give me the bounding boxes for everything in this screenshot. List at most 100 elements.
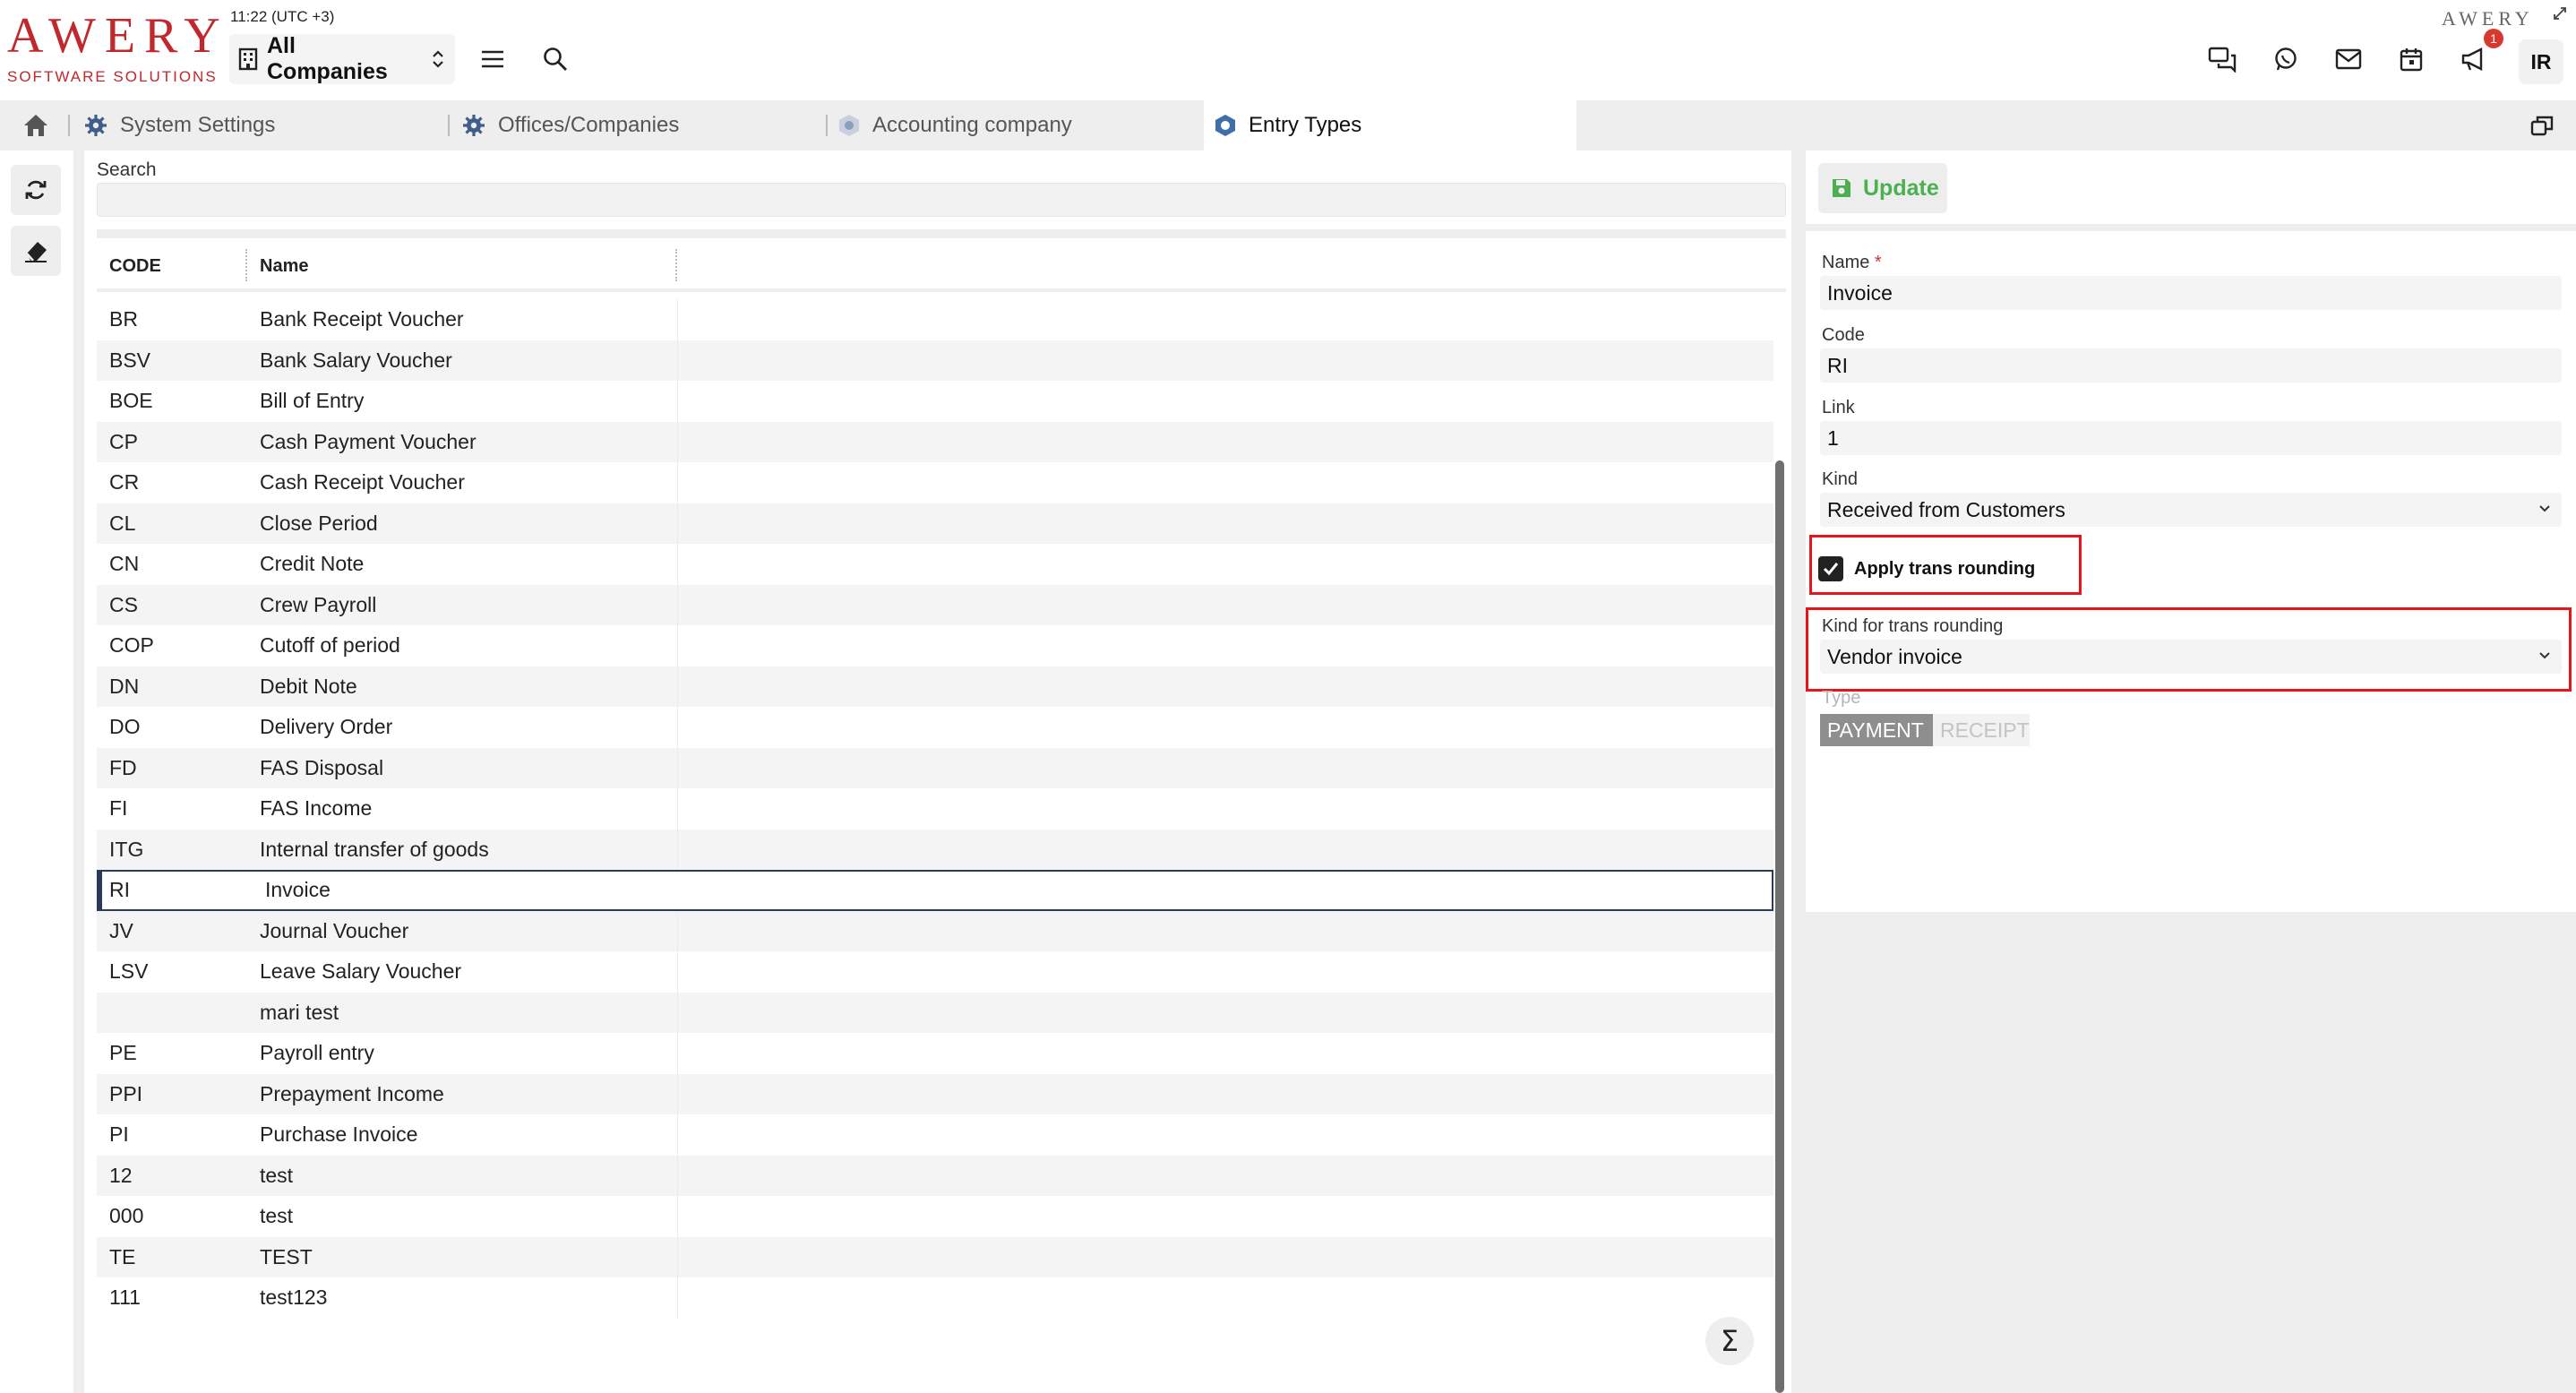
table-row[interactable]: ITG Internal transfer of goods xyxy=(97,829,1773,870)
tab-system-settings[interactable]: System Settings xyxy=(84,100,434,150)
table-row[interactable]: PE Payroll entry xyxy=(97,1033,1773,1074)
column-header-name[interactable]: Name xyxy=(260,256,308,277)
restore-windows-icon[interactable] xyxy=(2520,104,2563,147)
table-row[interactable]: CS Crew Payroll xyxy=(97,584,1773,625)
search-divider xyxy=(97,229,1786,238)
table-row[interactable]: BSV Bank Salary Voucher xyxy=(97,340,1773,381)
cell-name: FAS Disposal xyxy=(260,755,384,779)
tab-entry-types[interactable]: Entry Types xyxy=(1204,100,1576,150)
column-resizer[interactable] xyxy=(675,249,677,281)
cell-code: TE xyxy=(109,1244,136,1268)
search-icon[interactable] xyxy=(534,38,577,81)
update-button[interactable]: Update xyxy=(1818,163,1947,213)
cell-code: DO xyxy=(109,715,141,739)
cell-code: 12 xyxy=(109,1163,133,1187)
table-row[interactable]: BR Bank Receipt Voucher xyxy=(97,299,1773,340)
cell-name: test xyxy=(260,1204,294,1228)
cell-code: CL xyxy=(109,511,136,535)
gear-icon xyxy=(462,114,485,137)
table-row[interactable]: COP Cutoff of period xyxy=(97,625,1773,666)
cell-name: Payroll entry xyxy=(260,1041,374,1065)
name-field-label: Name * xyxy=(1822,253,1882,273)
cell-code: PPI xyxy=(109,1081,143,1105)
kind-label: Kind xyxy=(1822,469,1859,489)
table-row[interactable]: 12 test xyxy=(97,1155,1773,1196)
search-input[interactable] xyxy=(97,183,1786,217)
link-input[interactable]: 1 xyxy=(1820,421,2562,455)
table-row[interactable]: FI FAS Income xyxy=(97,788,1773,830)
table-row-selected[interactable]: RI Invoice xyxy=(97,870,1773,911)
kind-for-trans-rounding-select[interactable]: Vendor invoice xyxy=(1820,640,2562,674)
cell-code: COP xyxy=(109,633,154,658)
panel-gutter xyxy=(73,150,84,1393)
user-avatar[interactable]: IR xyxy=(2519,39,2563,84)
tab-accounting-company[interactable]: Accounting company xyxy=(838,100,1197,150)
clear-filters-button[interactable] xyxy=(11,226,61,276)
cell-name: Leave Salary Voucher xyxy=(260,959,462,984)
mail-icon[interactable] xyxy=(2327,38,2370,81)
column-resizer[interactable] xyxy=(245,249,247,281)
cell-code: FD xyxy=(109,755,137,779)
table-row[interactable]: mari test xyxy=(97,992,1773,1033)
table-row[interactable]: CL Close Period xyxy=(97,503,1773,544)
name-input[interactable]: Invoice xyxy=(1820,276,2562,310)
tab-strip: System Settings Offices/Companies Accoun… xyxy=(0,100,2576,150)
table-row[interactable]: PI Purchase Invoice xyxy=(97,1114,1773,1156)
cell-code: CS xyxy=(109,592,138,616)
table-row[interactable]: LSV Leave Salary Voucher xyxy=(97,951,1773,993)
expand-icon[interactable] xyxy=(2546,0,2573,27)
save-icon xyxy=(1831,177,1852,199)
table-row[interactable]: DO Delivery Order xyxy=(97,707,1773,748)
code-label: Code xyxy=(1822,325,1865,345)
required-marker: * xyxy=(1874,253,1882,272)
cell-name: Delivery Order xyxy=(260,715,393,739)
cell-name: Close Period xyxy=(260,511,378,535)
table-row[interactable]: CP Cash Payment Voucher xyxy=(97,421,1773,462)
top-bar: AWERY SOFTWARE SOLUTIONS 11:22 (UTC +3) … xyxy=(0,0,2576,100)
cell-code: PI xyxy=(109,1122,129,1147)
cell-name: Bank Receipt Voucher xyxy=(260,307,464,331)
cell-code: FI xyxy=(109,796,128,821)
tab-label: System Settings xyxy=(120,113,276,137)
table-row[interactable]: CN Credit Note xyxy=(97,544,1773,585)
hamburger-menu-icon[interactable] xyxy=(471,38,514,81)
cell-name: FAS Income xyxy=(260,796,373,821)
type-option-payment[interactable]: PAYMENT xyxy=(1820,714,1933,746)
table-row[interactable]: BOE Bill of Entry xyxy=(97,381,1773,422)
company-selector[interactable]: All Companies xyxy=(229,33,455,84)
totals-sigma-button[interactable]: Σ xyxy=(1705,1317,1754,1365)
checkmark-icon xyxy=(1823,562,1839,576)
eraser-icon xyxy=(23,239,48,262)
table-row[interactable]: TE TEST xyxy=(97,1236,1773,1277)
kind-rounding-select-value: Vendor invoice xyxy=(1827,644,1962,668)
hexagon-icon xyxy=(838,114,860,137)
cell-name: mari test xyxy=(260,1000,339,1024)
table-row[interactable]: DN Debit Note xyxy=(97,666,1773,707)
kind-for-trans-rounding-label: Kind for trans rounding xyxy=(1822,616,2004,636)
type-option-receipt[interactable]: RECEIPT xyxy=(1933,714,2030,746)
entry-types-list-panel: Search CODE Name BR Bank Receipt Voucher … xyxy=(84,150,1791,1393)
kind-select[interactable]: Received from Customers xyxy=(1820,493,2562,527)
table-row[interactable]: JV Journal Voucher xyxy=(97,910,1773,951)
refresh-button[interactable] xyxy=(11,165,61,215)
table-row[interactable]: 111 test123 xyxy=(97,1277,1773,1319)
code-input[interactable]: RI xyxy=(1820,348,2562,383)
column-header-code[interactable]: CODE xyxy=(109,256,161,277)
gear-icon xyxy=(84,114,107,137)
refresh-icon xyxy=(24,178,47,202)
cell-code: PE xyxy=(109,1041,137,1065)
tab-offices-companies[interactable]: Offices/Companies xyxy=(462,100,820,150)
awery-logo[interactable]: AWERY SOFTWARE SOLUTIONS xyxy=(7,11,229,86)
cell-code: 111 xyxy=(109,1286,141,1310)
table-row[interactable]: CR Cash Receipt Voucher xyxy=(97,462,1773,503)
vertical-scrollbar[interactable] xyxy=(1775,460,1784,1393)
table-row[interactable]: 000 test xyxy=(97,1196,1773,1237)
table-row[interactable]: FD FAS Disposal xyxy=(97,747,1773,788)
grid-header: CODE Name xyxy=(97,240,1786,292)
chat-icon[interactable] xyxy=(2202,38,2245,81)
table-row[interactable]: PPI Prepayment Income xyxy=(97,1073,1773,1114)
apply-trans-rounding-checkbox[interactable] xyxy=(1818,556,1843,581)
home-icon[interactable] xyxy=(14,104,57,147)
whatsapp-icon[interactable] xyxy=(2264,38,2307,81)
calendar-icon[interactable] xyxy=(2390,38,2433,81)
